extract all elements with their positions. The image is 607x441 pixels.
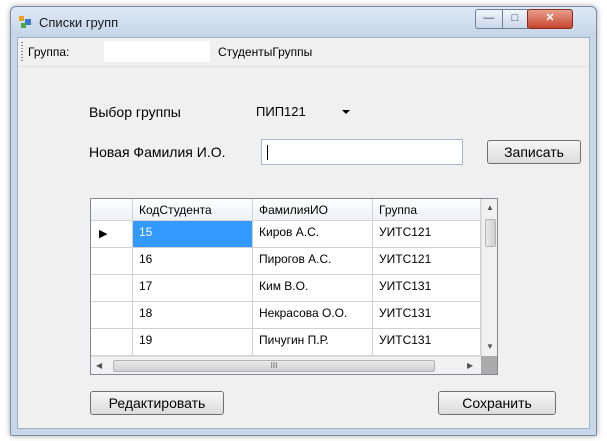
- column-header-fullname[interactable]: ФамилияИО: [253, 199, 373, 221]
- scroll-up-icon[interactable]: ▲: [486, 203, 494, 212]
- row-header[interactable]: [91, 248, 133, 275]
- students-group-label: СтудентыГруппы: [218, 45, 313, 59]
- grid-cell[interactable]: Киров А.С.: [253, 221, 373, 248]
- maximize-button[interactable]: □: [502, 9, 528, 29]
- students-data-grid[interactable]: КодСтудента ФамилияИО Группа ▶ 15 Киров …: [90, 198, 498, 375]
- group-select-label: Выбор группы: [89, 104, 181, 120]
- grid-cell[interactable]: УИТС121: [373, 248, 481, 275]
- row-header[interactable]: [91, 329, 133, 356]
- write-button[interactable]: Записать: [487, 140, 581, 164]
- grid-cell[interactable]: УИТС131: [373, 275, 481, 302]
- new-name-label: Новая Фамилия И.О.: [89, 144, 226, 160]
- row-header[interactable]: [91, 302, 133, 329]
- group-select-value: ПИП121: [256, 104, 306, 119]
- text-caret: [267, 145, 268, 160]
- grid-cell[interactable]: 17: [133, 275, 253, 302]
- minimize-button[interactable]: —: [475, 9, 503, 29]
- grid-cell[interactable]: Ким В.О.: [253, 275, 373, 302]
- toolbar: Группа: СтудентыГруппы: [18, 38, 589, 67]
- grid-cell[interactable]: УИТС131: [373, 302, 481, 329]
- grid-cell[interactable]: Пирогов А.С.: [253, 248, 373, 275]
- horizontal-scrollbar[interactable]: ◀ III ▶: [91, 356, 481, 374]
- grid-cell[interactable]: 18: [133, 302, 253, 329]
- scroll-down-icon[interactable]: ▼: [486, 342, 494, 351]
- group-textbox[interactable]: [104, 41, 210, 62]
- grid-corner-header[interactable]: [91, 199, 133, 221]
- window-title: Списки групп: [39, 15, 119, 30]
- scroll-right-icon[interactable]: ▶: [467, 361, 473, 370]
- current-row-icon: ▶: [99, 228, 108, 240]
- save-button[interactable]: Сохранить: [438, 391, 556, 415]
- group-label: Группа:: [28, 45, 70, 59]
- title-bar[interactable]: Списки групп — □ ✕: [11, 7, 596, 37]
- close-button[interactable]: ✕: [527, 9, 573, 29]
- main-window: Списки групп — □ ✕ Группа: СтудентыГрупп…: [10, 6, 597, 436]
- grid-cell[interactable]: УИТС121: [373, 221, 481, 248]
- grid-cell[interactable]: 19: [133, 329, 253, 356]
- new-name-input[interactable]: [261, 139, 463, 165]
- grid-cell[interactable]: УИТС131: [373, 329, 481, 356]
- grid-cell-selected[interactable]: 15: [133, 221, 253, 248]
- row-header[interactable]: [91, 275, 133, 302]
- vertical-scrollbar[interactable]: ▲ ▼: [481, 199, 497, 356]
- form-client-area: Группа: СтудентыГруппы Выбор группы ПИП1…: [17, 37, 590, 429]
- column-header-group[interactable]: Группа: [373, 199, 481, 221]
- chevron-down-icon[interactable]: [342, 110, 350, 114]
- grid-cell[interactable]: 16: [133, 248, 253, 275]
- toolbar-grip[interactable]: [21, 42, 23, 62]
- edit-button[interactable]: Редактировать: [90, 391, 224, 415]
- grid-cell[interactable]: Некрасова О.О.: [253, 302, 373, 329]
- scroll-left-icon[interactable]: ◀: [96, 361, 102, 370]
- grid-cell[interactable]: Пичугин П.Р.: [253, 329, 373, 356]
- app-icon: [19, 16, 31, 28]
- group-select[interactable]: ПИП121: [250, 101, 358, 123]
- column-header-student-id[interactable]: КодСтудента: [133, 199, 253, 221]
- row-header[interactable]: ▶: [91, 221, 133, 248]
- vertical-scroll-thumb[interactable]: [485, 219, 496, 247]
- horizontal-scroll-thumb[interactable]: III: [113, 360, 435, 372]
